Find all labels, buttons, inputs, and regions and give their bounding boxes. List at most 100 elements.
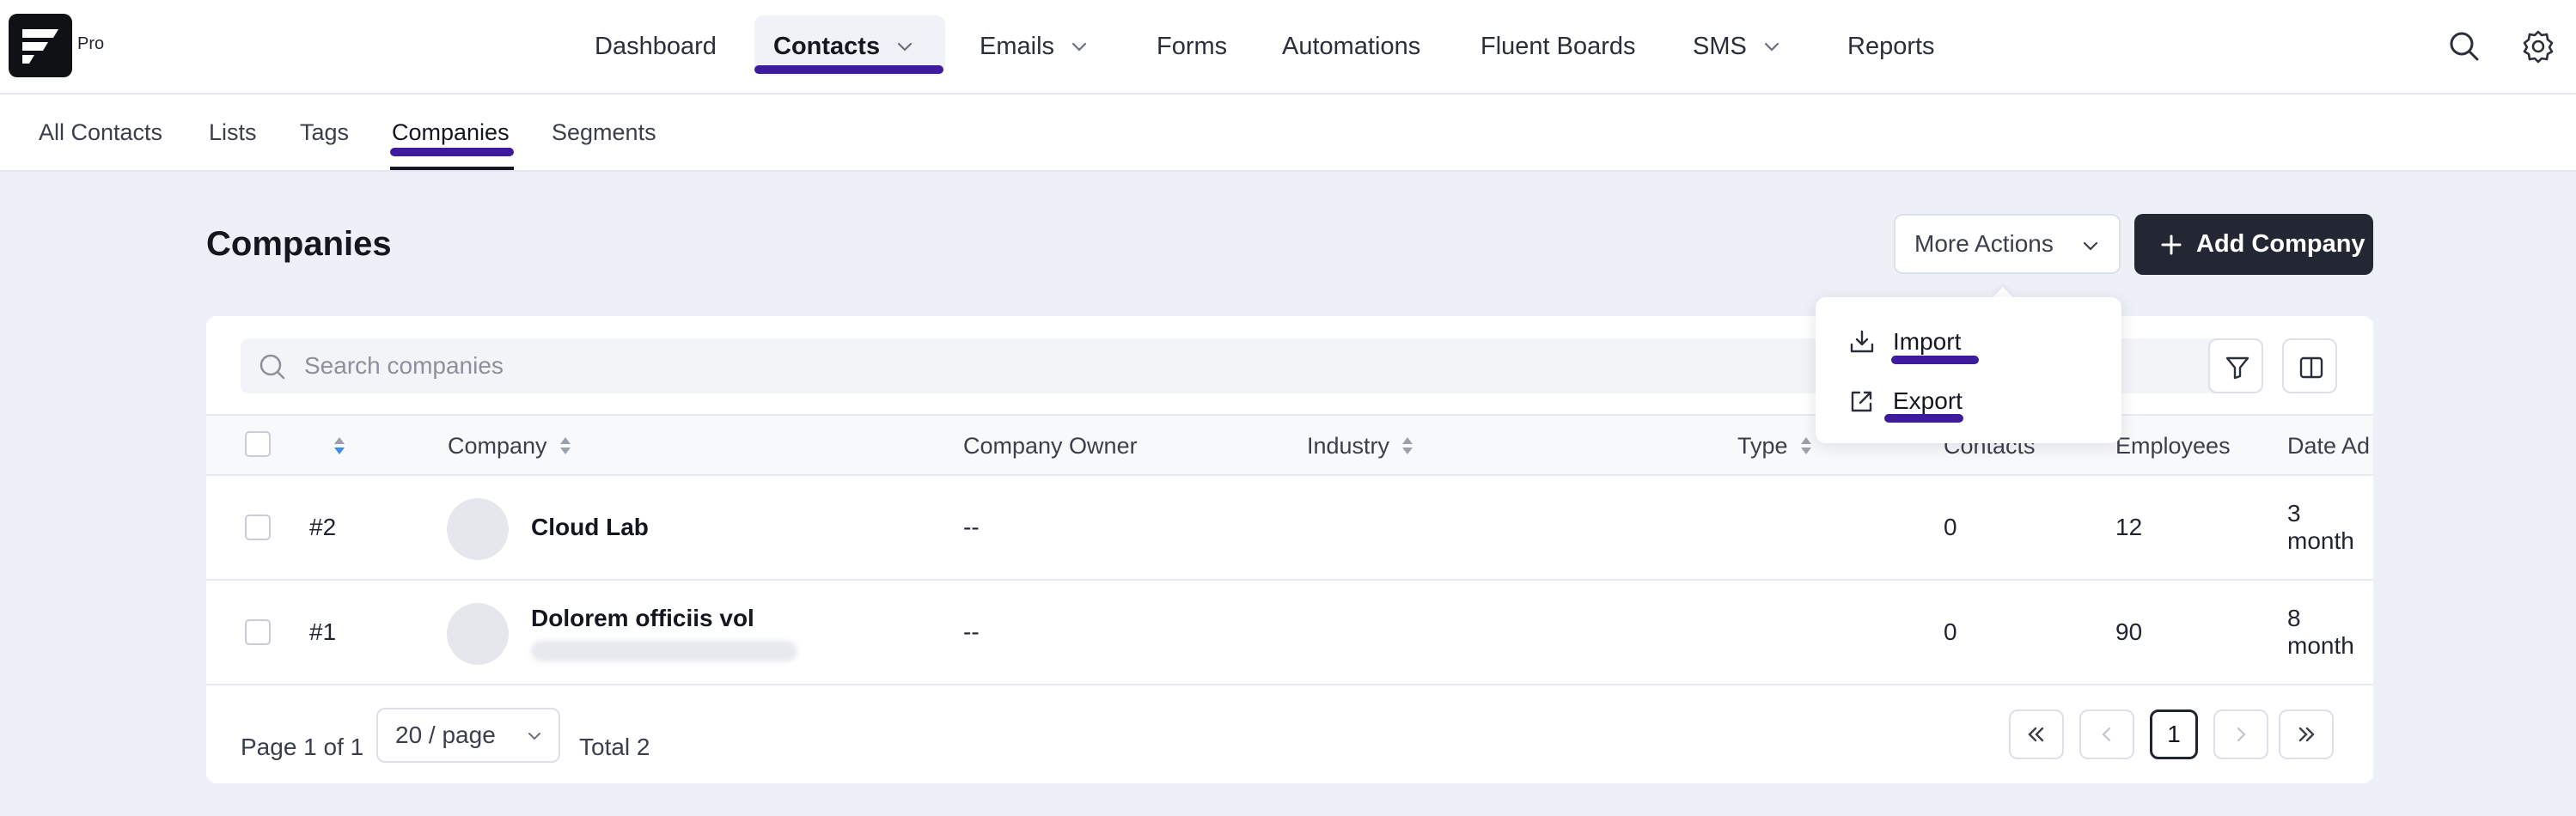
nav-item-label: Dashboard: [595, 32, 717, 60]
nav-item-fluent-boards[interactable]: Fluent Boards: [1480, 0, 1636, 93]
nav-item-label: Fluent Boards: [1480, 32, 1636, 60]
nav-item-label: Emails: [980, 32, 1055, 60]
avatar: [447, 498, 509, 560]
row-id: #2: [309, 514, 337, 540]
subnav-item-tags[interactable]: Tags: [300, 94, 349, 170]
subnav-item-all-contacts[interactable]: All Contacts: [39, 94, 162, 170]
filter-icon: [2225, 356, 2249, 380]
menu-item-label: Import: [1893, 328, 1962, 355]
id-sort-header[interactable]: [321, 416, 347, 476]
double-chevron-left-icon: [2028, 727, 2044, 742]
chevron-right-icon: [2237, 727, 2246, 742]
nav-active-underline: [754, 65, 943, 74]
chevron-down-icon: [1764, 42, 1779, 52]
page-title: Companies: [206, 225, 392, 263]
subnav-active-indicator: [390, 167, 514, 170]
company-owner: --: [963, 514, 980, 540]
row-checkbox[interactable]: [245, 619, 271, 645]
plus-icon: [2161, 234, 2182, 254]
subnav-item-label: Tags: [300, 119, 350, 145]
company-name-link[interactable]: Cloud Lab: [531, 476, 649, 579]
first-page-button[interactable]: [2009, 709, 2064, 759]
column-header-label: Industry: [1307, 432, 1390, 459]
employees-count: 12: [2115, 514, 2143, 540]
column-header-type[interactable]: Type: [1737, 416, 1814, 476]
nav-item-label: Automations: [1282, 32, 1421, 60]
employees-count: 90: [2115, 618, 2143, 645]
next-page-button[interactable]: [2213, 709, 2268, 759]
subnav-highlight-underline: [390, 148, 514, 156]
last-page-button[interactable]: [2279, 709, 2334, 759]
subnav-item-lists[interactable]: Lists: [209, 94, 257, 170]
prev-page-button[interactable]: [2079, 709, 2134, 759]
filter-button[interactable]: [2208, 338, 2263, 393]
select-all-checkbox[interactable]: [245, 431, 271, 457]
column-header-label: Employees: [2115, 432, 2231, 459]
column-header-company-owner: Company Owner: [963, 416, 1138, 476]
pro-badge: Pro: [77, 34, 105, 53]
nav-item-contacts[interactable]: Contacts: [773, 0, 914, 93]
columns-button[interactable]: [2282, 338, 2337, 393]
nav-item-label: SMS: [1693, 32, 1747, 60]
nav-item-label: Contacts: [773, 32, 881, 60]
nav-item-automations[interactable]: Automations: [1282, 0, 1420, 93]
more-actions-label: More Actions: [1914, 230, 2054, 257]
sort-icon: [1800, 437, 1811, 454]
page-size-select[interactable]: 20 / page: [376, 708, 560, 763]
sub-navigation: All Contacts Lists Tags Companies Segmen…: [0, 94, 2576, 172]
subnav-item-label: Companies: [392, 119, 510, 145]
row-checkbox[interactable]: [245, 515, 271, 540]
subnav-item-companies[interactable]: Companies: [392, 94, 510, 170]
column-header-label: Date Ad: [2287, 432, 2371, 459]
column-header-company[interactable]: Company: [448, 416, 573, 476]
search-icon[interactable]: [2445, 27, 2483, 65]
more-actions-menu: Import Export: [1816, 297, 2121, 443]
subnav-item-label: Segments: [552, 119, 656, 145]
menu-item-label: Export: [1893, 387, 1963, 414]
top-navigation: Pro Dashboard Contacts Emails Forms Auto…: [0, 0, 2576, 94]
total-count: Total 2: [579, 734, 650, 760]
nav-item-label: Reports: [1847, 32, 1935, 60]
sort-icon: [559, 437, 571, 454]
column-header-label: Type: [1737, 432, 1788, 459]
export-highlight-underline: [1884, 414, 1963, 423]
table-row[interactable]: #1 Dolorem officiis vol -- 0 90 8 month: [206, 581, 2373, 685]
nav-item-dashboard[interactable]: Dashboard: [595, 0, 717, 93]
sort-icon: [334, 437, 345, 454]
import-highlight-underline: [1891, 356, 1979, 364]
blurred-email: [531, 641, 797, 661]
page-number-button[interactable]: 1: [2150, 709, 2198, 759]
nav-item-emails[interactable]: Emails: [980, 0, 1089, 93]
subnav-item-segments[interactable]: Segments: [552, 94, 656, 170]
search-icon: [259, 354, 285, 380]
avatar: [447, 603, 509, 665]
more-actions-button[interactable]: More Actions: [1894, 214, 2121, 274]
page-size-value: 20 / page: [395, 722, 496, 748]
chevron-down-icon: [528, 733, 540, 740]
chevron-left-icon: [2102, 727, 2111, 742]
table-row[interactable]: #2 Cloud Lab -- 0 12 3 month: [206, 476, 2373, 581]
chevron-down-icon: [1071, 42, 1087, 52]
fluentcrm-logo[interactable]: [9, 14, 72, 77]
column-header-label: Company: [448, 432, 547, 459]
nav-item-reports[interactable]: Reports: [1847, 0, 1935, 93]
nav-item-forms[interactable]: Forms: [1157, 0, 1227, 93]
column-header-industry[interactable]: Industry: [1307, 416, 1415, 476]
column-header-date-added: Date Ad: [2287, 416, 2370, 476]
contacts-count: 0: [1944, 618, 1957, 645]
sort-icon: [1402, 437, 1413, 454]
column-header-employees: Employees: [2115, 416, 2231, 476]
add-company-button[interactable]: Add Company: [2134, 214, 2373, 275]
column-header-label: Company Owner: [963, 432, 1138, 459]
nav-item-sms[interactable]: SMS: [1693, 0, 1781, 93]
chevron-down-icon: [2083, 241, 2098, 251]
subnav-item-label: All Contacts: [39, 119, 163, 145]
gear-icon[interactable]: [2519, 27, 2557, 65]
import-icon: [1850, 330, 1874, 353]
page-info: Page 1 of 1: [241, 734, 364, 760]
add-company-label: Add Company: [2196, 230, 2365, 258]
contacts-count: 0: [1944, 514, 1957, 540]
date-added: 3 month: [2287, 500, 2354, 554]
double-chevron-right-icon: [2298, 727, 2315, 742]
company-owner: --: [963, 618, 980, 645]
